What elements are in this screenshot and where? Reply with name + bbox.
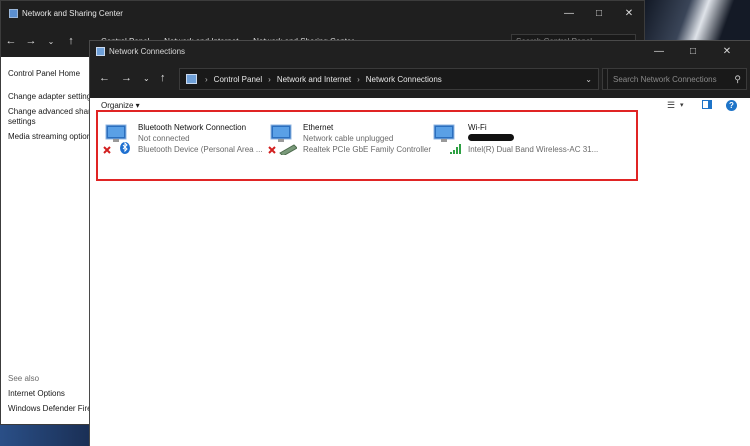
link-control-panel-home[interactable]: Control Panel Home xyxy=(8,69,80,79)
connection-name: Wi-Fi xyxy=(468,123,487,132)
ethernet-adapter-icon xyxy=(268,124,297,155)
up-arrow-icon[interactable]: ↑ xyxy=(160,72,166,84)
preview-pane-icon[interactable] xyxy=(702,100,712,111)
network-connections-window[interactable]: Network Connections — □ ✕ ← → ⌄ ↑ › Cont… xyxy=(89,40,750,446)
forward-arrow-icon[interactable]: → xyxy=(121,72,132,84)
connection-device: Bluetooth Device (Personal Area ... xyxy=(138,145,263,154)
organize-button[interactable]: Organize ▾ xyxy=(101,101,140,110)
up-arrow-icon[interactable]: ↑ xyxy=(61,35,81,47)
back-arrow-icon[interactable]: ← xyxy=(1,35,21,47)
bluetooth-adapter-icon xyxy=(103,124,130,154)
connection-status-redacted xyxy=(468,134,514,143)
link-settings[interactable]: settings xyxy=(8,117,36,127)
connection-device: Realtek PCIe GbE Family Controller xyxy=(303,145,432,154)
back-arrow-icon[interactable]: ← xyxy=(99,72,110,84)
network-connections-icon xyxy=(96,47,105,56)
link-windows-defender-firewall[interactable]: Windows Defender Fire xyxy=(8,404,92,414)
back-caption-buttons: — □ ✕ xyxy=(554,1,644,25)
maximize-icon[interactable]: □ xyxy=(584,1,614,25)
see-also-heading: See also xyxy=(8,374,40,383)
link-change-advanced[interactable]: Change advanced shari xyxy=(8,107,93,117)
help-icon[interactable]: ? xyxy=(726,100,737,111)
connection-status: Not connected xyxy=(138,134,190,143)
forward-arrow-icon[interactable]: → xyxy=(21,35,41,47)
minimize-icon[interactable]: — xyxy=(642,41,676,62)
view-options-chevron-icon[interactable]: ▾ xyxy=(680,101,684,109)
back-left-pane: Control Panel Home Change adapter settin… xyxy=(1,59,93,425)
search-icon: ⚲ xyxy=(734,73,741,84)
change-view-icon[interactable]: ☰ xyxy=(667,100,675,111)
search-placeholder: Search Network Connections xyxy=(613,74,717,84)
connection-name: Ethernet xyxy=(303,123,334,132)
connection-ethernet[interactable]: Ethernet Network cable unplugged Realtek… xyxy=(267,123,431,159)
recent-locations-chevron-icon[interactable]: ⌄ xyxy=(143,74,150,83)
search-input[interactable]: Search Network Connections ⚲ xyxy=(607,68,747,90)
connection-name: Bluetooth Network Connection xyxy=(138,123,247,132)
address-dropdown-icon[interactable]: ⌄ xyxy=(585,75,592,84)
crumb-network-and-internet[interactable]: Network and Internet xyxy=(277,75,351,84)
connection-wifi[interactable]: Wi-Fi Intel(R) Dual Band Wireless-AC 31.… xyxy=(432,123,598,159)
link-media-streaming[interactable]: Media streaming option xyxy=(8,132,91,142)
back-window-title: Network and Sharing Center xyxy=(22,8,123,18)
link-change-adapter[interactable]: Change adapter setting xyxy=(8,92,91,102)
minimize-icon[interactable]: — xyxy=(554,1,584,25)
connection-device: Intel(R) Dual Band Wireless-AC 31... xyxy=(468,145,599,154)
connection-status: Network cable unplugged xyxy=(303,134,394,143)
recent-chevron-icon[interactable]: ⌄ xyxy=(41,37,61,46)
connections-list: Bluetooth Network Connection Not connect… xyxy=(90,110,750,446)
crumb-control-panel[interactable]: Control Panel xyxy=(214,75,262,84)
crumb-network-connections[interactable]: Network Connections xyxy=(366,75,442,84)
back-titlebar[interactable]: Network and Sharing Center xyxy=(1,1,644,25)
redaction-mark xyxy=(468,134,514,141)
maximize-icon[interactable]: □ xyxy=(676,41,710,62)
control-panel-icon xyxy=(9,8,18,18)
connection-bluetooth[interactable]: Bluetooth Network Connection Not connect… xyxy=(102,123,263,159)
close-icon[interactable]: ✕ xyxy=(614,1,644,25)
caption-buttons: — □ ✕ xyxy=(642,41,744,62)
link-internet-options[interactable]: Internet Options xyxy=(8,389,65,399)
address-bar: ← → ⌄ ↑ › Control Panel › Network and In… xyxy=(90,62,750,98)
wallpaper-top-right xyxy=(640,0,750,44)
wifi-adapter-icon xyxy=(433,124,461,154)
close-icon[interactable]: ✕ xyxy=(710,41,744,62)
window-title: Network Connections xyxy=(109,47,186,56)
control-panel-icon xyxy=(186,74,197,84)
breadcrumb[interactable]: › Control Panel › Network and Internet ›… xyxy=(179,68,599,90)
